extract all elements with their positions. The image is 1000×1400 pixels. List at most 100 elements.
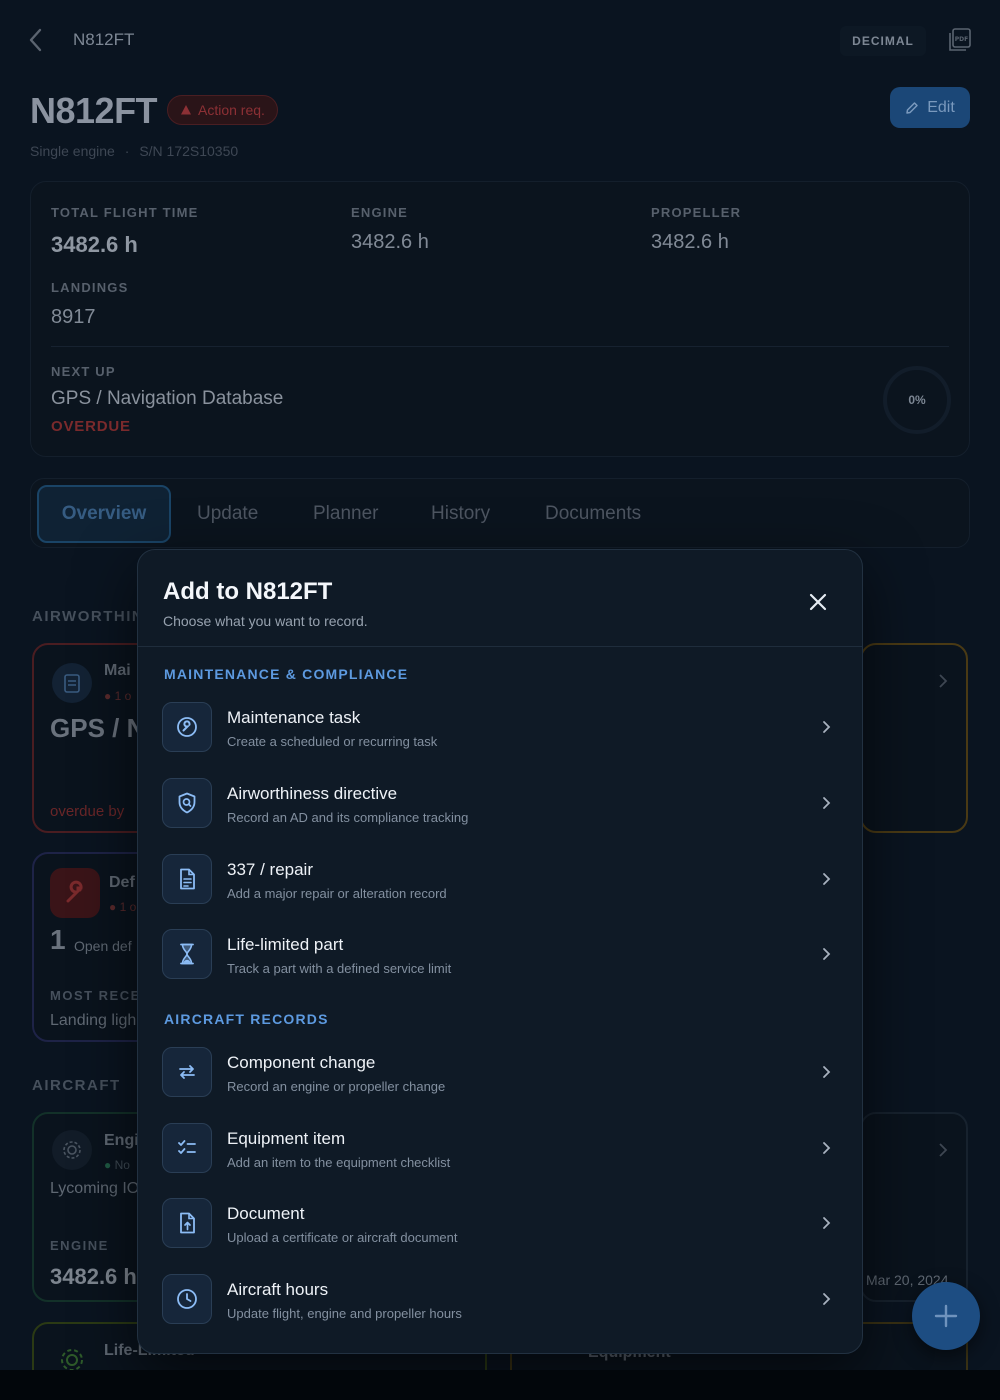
option-maintenance-task[interactable]: Maintenance task Create a scheduled or r…: [162, 700, 838, 756]
edit-button[interactable]: Edit: [890, 87, 970, 128]
close-button[interactable]: [802, 586, 834, 618]
option-equipment-item[interactable]: Equipment item Add an item to the equipm…: [162, 1121, 838, 1177]
progress-ring: 0%: [883, 366, 951, 434]
decimal-toggle-button[interactable]: DECIMAL: [840, 26, 926, 56]
tab-documents[interactable]: Documents: [545, 485, 641, 543]
serial-number: S/N 172S10350: [139, 143, 239, 159]
most-recent-value: Landing ligh: [50, 1012, 137, 1029]
option-title: Document: [227, 1204, 305, 1223]
option-description: Create a scheduled or recurring task: [227, 734, 438, 749]
option-title: Maintenance task: [227, 708, 361, 727]
separator: ·: [124, 143, 130, 159]
modal-divider: [138, 646, 862, 647]
tab-update[interactable]: Update: [197, 485, 258, 543]
tab-bar: Overview Update Planner History Document…: [30, 478, 970, 548]
next-up-label: NEXT UP: [51, 364, 116, 379]
tab-overview[interactable]: Overview: [37, 485, 171, 543]
option-component-change[interactable]: Component change Record an engine or pro…: [162, 1045, 838, 1101]
defects-card-title: Def: [109, 874, 135, 891]
aircraft-records-group-label: AIRCRAFT RECORDS: [164, 1011, 329, 1027]
checklist-icon: [162, 1123, 212, 1173]
landings-label: LANDINGS: [51, 280, 129, 295]
option-description: Record an AD and its compliance tracking: [227, 810, 469, 825]
engine-type: Single engine: [30, 143, 115, 159]
gear-icon: [61, 1349, 83, 1370]
maintenance-card-headline: GPS / N: [50, 713, 146, 743]
pencil-icon: [906, 101, 918, 114]
wrench-icon: [162, 702, 212, 752]
defects-card-sub-text: 1 o: [119, 900, 137, 914]
option-description: Add an item to the equipment checklist: [227, 1155, 451, 1170]
next-up-title[interactable]: GPS / Navigation Database: [51, 388, 283, 410]
engine-time-value: 3482.6 h: [351, 231, 429, 253]
airworthiness-section-label: AIRWORTHIN: [32, 608, 145, 625]
option-description: Add a major repair or alteration record: [227, 886, 447, 901]
chevron-right-icon: [818, 1213, 834, 1233]
modal-subtitle: Choose what you want to record.: [163, 613, 368, 629]
maintenance-compliance-group-label: MAINTENANCE & COMPLIANCE: [164, 666, 409, 682]
engine-card-sub: ● No: [104, 1158, 130, 1172]
option-title: Aircraft hours: [227, 1280, 329, 1299]
aircraft-section-label: AIRCRAFT: [32, 1077, 121, 1094]
chevron-right-icon: [939, 1143, 948, 1157]
maintenance-card-sub-text: 1 o: [114, 689, 132, 703]
status-badge-label: Action req.: [198, 102, 265, 118]
chevron-right-icon: [818, 1138, 834, 1158]
tab-planner[interactable]: Planner: [313, 485, 379, 543]
option-title: Equipment item: [227, 1129, 346, 1148]
propeller-time-value: 3482.6 h: [651, 231, 729, 253]
option-airworthiness-directive[interactable]: Airworthiness directive Record an AD and…: [162, 776, 838, 832]
chevron-right-icon: [818, 944, 834, 964]
option-document[interactable]: Document Upload a certificate or aircraf…: [162, 1196, 838, 1252]
propeller-time-label: PROPELLER: [651, 205, 742, 220]
defects-count: 1: [50, 924, 66, 955]
tab-history[interactable]: History: [431, 485, 490, 543]
clipboard-icon: [52, 663, 92, 703]
engine-card-sub-text: No: [114, 1158, 130, 1172]
option-description: Record an engine or propeller change: [227, 1079, 446, 1094]
pdf-export-button[interactable]: PDF: [946, 26, 974, 54]
option-title: Life-limited part: [227, 935, 344, 954]
engine-time-label: ENGINE: [351, 205, 409, 220]
option-title: Airworthiness directive: [227, 784, 398, 803]
chevron-right-icon: [818, 1062, 834, 1082]
option-title: Component change: [227, 1053, 376, 1072]
stats-card: TOTAL FLIGHT TIME 3482.6 h ENGINE 3482.6…: [30, 181, 970, 457]
option-description: Upload a certificate or aircraft documen…: [227, 1230, 458, 1245]
add-record-modal: Add to N812FT Choose what you want to re…: [137, 549, 863, 1354]
option-337-repair[interactable]: 337 / repair Add a major repair or alter…: [162, 852, 838, 908]
hourglass-icon: [162, 929, 212, 979]
status-badge: Action req.: [167, 95, 278, 125]
plus-icon: [934, 1304, 958, 1328]
pdf-icon: PDF: [949, 28, 971, 51]
defects-card-sub: ● 1 o: [109, 900, 137, 914]
airworthiness-card-right[interactable]: [860, 643, 968, 833]
gear-icon: [52, 1130, 92, 1170]
warning-icon: [181, 105, 191, 115]
aircraft-card-right[interactable]: Mar 20, 2024: [860, 1112, 968, 1302]
option-aircraft-hours[interactable]: Aircraft hours Update flight, engine and…: [162, 1272, 838, 1328]
close-icon: [809, 593, 827, 611]
wrench-icon: [50, 868, 100, 918]
chevron-left-icon: [29, 28, 42, 52]
add-fab-button[interactable]: [912, 1282, 980, 1350]
option-description: Update flight, engine and propeller hour…: [227, 1306, 462, 1321]
aircraft-subline: Single engine · S/N 172S10350: [30, 143, 238, 159]
maintenance-card-overdue: overdue by: [50, 803, 125, 820]
maintenance-card-sub: ● 1 o: [104, 689, 132, 703]
engine-card-engine-label: ENGINE: [50, 1238, 109, 1253]
engine-model: Lycoming IO: [50, 1180, 140, 1197]
svg-text:PDF: PDF: [955, 36, 968, 43]
chevron-right-icon: [939, 674, 948, 688]
shield-search-icon: [162, 778, 212, 828]
chevron-right-icon: [818, 869, 834, 889]
chevron-right-icon: [818, 793, 834, 813]
back-button[interactable]: [22, 26, 48, 54]
file-upload-icon: [162, 1198, 212, 1248]
nav-title: N812FT: [73, 30, 135, 49]
option-life-limited-part[interactable]: Life-limited part Track a part with a de…: [162, 927, 838, 983]
edit-label: Edit: [927, 98, 955, 116]
page-title: N812FT: [30, 90, 158, 131]
next-up-status: OVERDUE: [51, 418, 131, 435]
engine-card-engine-value: 3482.6 h: [50, 1264, 137, 1289]
